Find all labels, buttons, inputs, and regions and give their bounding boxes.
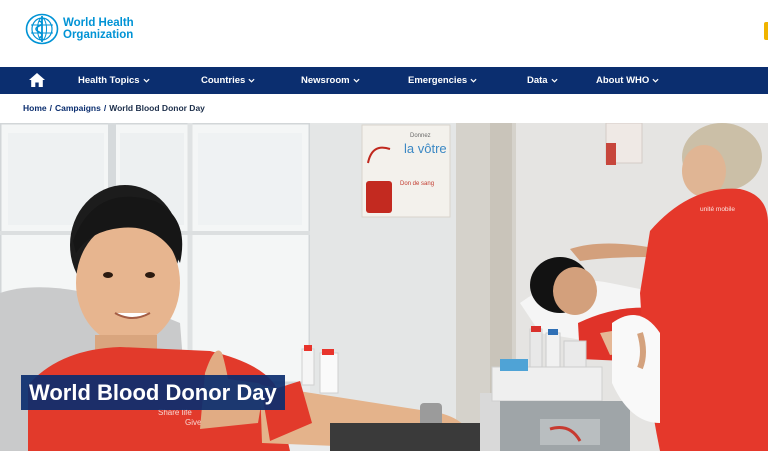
breadcrumb-separator: / bbox=[49, 103, 52, 113]
blood-donation-poster: Donnez la vôtre Don de sang bbox=[361, 124, 451, 218]
breadcrumb: Home / Campaigns / World Blood Donor Day bbox=[23, 103, 205, 113]
poster-line-1: Donnez bbox=[410, 133, 431, 139]
breadcrumb-current: World Blood Donor Day bbox=[109, 103, 205, 113]
nav-about-who[interactable]: About WHO bbox=[596, 67, 659, 94]
nav-label: Countries bbox=[201, 75, 246, 86]
shirt-text-3: unité mobile bbox=[700, 206, 735, 213]
poster-line-3: Don de sang bbox=[400, 181, 434, 187]
chevron-down-icon bbox=[652, 78, 659, 83]
nav-newsroom[interactable]: Newsroom bbox=[301, 67, 360, 94]
chevron-down-icon bbox=[551, 78, 558, 83]
nav-data[interactable]: Data bbox=[527, 67, 558, 94]
hero-title: World Blood Donor Day bbox=[21, 375, 285, 410]
main-nav: Health Topics Countries Newsroom Emergen… bbox=[0, 67, 768, 94]
chevron-down-icon bbox=[248, 78, 255, 83]
shirt-text-2: Give bbox=[185, 418, 202, 427]
logo-line-1: World Health bbox=[63, 17, 134, 29]
breadcrumb-separator: / bbox=[103, 103, 107, 113]
nav-health-topics[interactable]: Health Topics bbox=[78, 67, 150, 94]
who-emblem-icon bbox=[25, 13, 59, 45]
home-icon[interactable] bbox=[28, 72, 46, 88]
nav-label: Data bbox=[527, 75, 548, 86]
nav-label: Health Topics bbox=[78, 75, 140, 86]
chevron-down-icon bbox=[143, 78, 150, 83]
nav-emergencies[interactable]: Emergencies bbox=[408, 67, 477, 94]
who-logo[interactable]: World Health Organization bbox=[25, 13, 134, 45]
logo-wordmark: World Health Organization bbox=[63, 17, 134, 41]
nav-label: Newsroom bbox=[301, 75, 350, 86]
nav-label: Emergencies bbox=[408, 75, 468, 86]
breadcrumb-campaigns[interactable]: Campaigns bbox=[55, 103, 101, 113]
site-header: World Health Organization bbox=[0, 0, 768, 67]
chevron-down-icon bbox=[470, 78, 477, 83]
breadcrumb-home[interactable]: Home bbox=[23, 103, 47, 113]
chevron-down-icon bbox=[353, 78, 360, 83]
nav-countries[interactable]: Countries bbox=[201, 67, 255, 94]
poster-line-2: la vôtre bbox=[404, 141, 447, 156]
side-tab[interactable] bbox=[764, 22, 768, 40]
nav-label: About WHO bbox=[596, 75, 650, 86]
logo-line-2: Organization bbox=[63, 29, 134, 41]
